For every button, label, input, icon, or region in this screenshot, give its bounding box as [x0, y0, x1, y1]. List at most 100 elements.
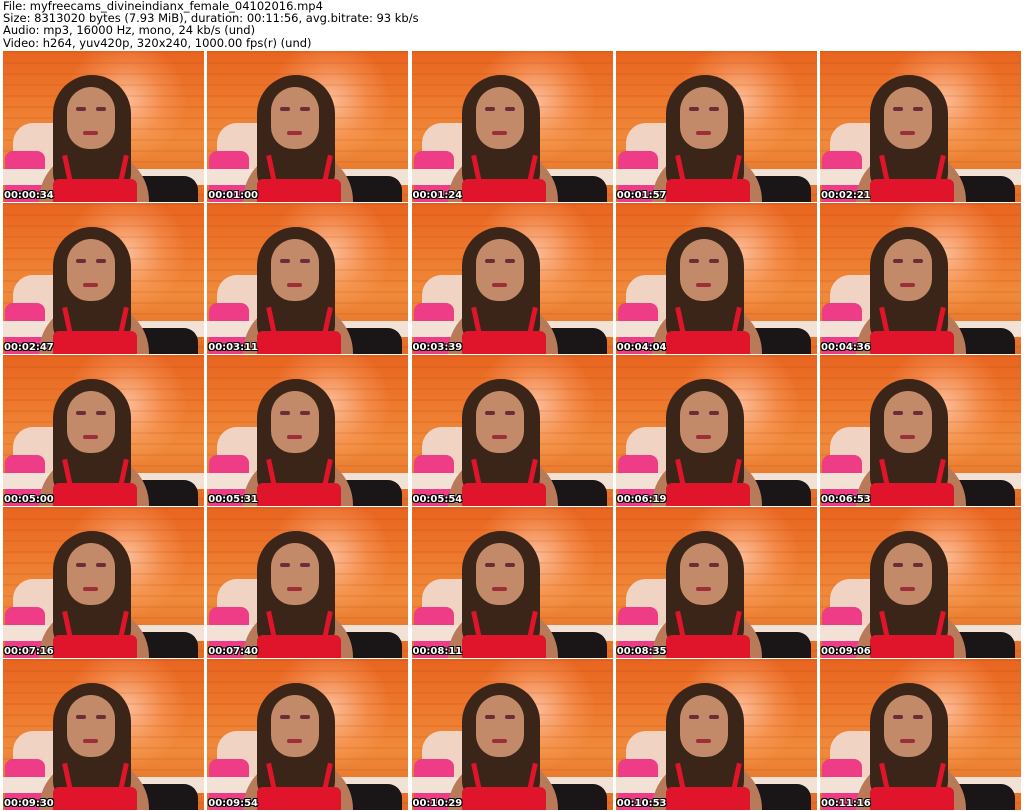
- thumbnail-timestamp: 00:04:36: [821, 342, 871, 353]
- person-mouth: [491, 283, 507, 287]
- person-eye: [300, 411, 311, 415]
- person-eye: [96, 107, 106, 111]
- thumbnail-grid: 00:00:34 00:01:00 00:01:24 00:01:57 00:02:21…: [3, 51, 1021, 810]
- red-top: [257, 179, 342, 202]
- person-eye: [300, 259, 311, 263]
- person-face: [679, 87, 728, 149]
- red-top: [461, 635, 546, 658]
- person-face: [679, 239, 728, 301]
- video-thumbnail: 00:09:06: [820, 507, 1021, 658]
- thumbnail-timestamp: 00:02:47: [4, 342, 54, 353]
- video-thumbnail: 00:07:16: [3, 507, 204, 658]
- person-mouth: [83, 739, 98, 743]
- person-eye: [280, 259, 291, 263]
- person-face: [884, 87, 932, 149]
- video-thumbnail: 00:10:53: [615, 659, 817, 810]
- person-mouth: [83, 587, 98, 591]
- thumbnail-timestamp: 00:01:00: [208, 190, 258, 201]
- thumbnail-timestamp: 00:03:39: [412, 342, 463, 353]
- person-eye: [96, 715, 106, 719]
- person-mouth: [695, 587, 711, 591]
- video-thumbnail: 00:06:53: [820, 355, 1021, 506]
- video-thumbnail: 00:01:24: [411, 51, 613, 202]
- person-eye: [484, 259, 495, 263]
- thumbnail-timestamp: 00:08:35: [616, 646, 667, 657]
- person-eye: [76, 411, 86, 415]
- person-eye: [913, 259, 923, 263]
- person-eye: [484, 107, 495, 111]
- person-eye: [913, 715, 923, 719]
- red-top: [257, 635, 342, 658]
- person-eye: [504, 259, 515, 263]
- person-eye: [688, 715, 699, 719]
- thumbnail-timestamp: 00:05:54: [412, 494, 463, 505]
- person-face: [67, 239, 115, 301]
- red-top: [870, 635, 954, 658]
- video-thumbnail: 00:00:34: [3, 51, 204, 202]
- video-thumbnail: 00:09:54: [207, 659, 409, 810]
- red-top: [870, 483, 954, 506]
- person-mouth: [491, 131, 507, 135]
- video-info-header: File: myfreecams_divineindianx_female_04…: [3, 0, 1021, 50]
- person-eye: [504, 715, 515, 719]
- person-mouth: [287, 283, 303, 287]
- person-eye: [96, 563, 106, 567]
- person-eye: [96, 259, 106, 263]
- person-mouth: [900, 587, 915, 591]
- video-thumbnail: 00:02:21: [820, 51, 1021, 202]
- red-top: [665, 331, 750, 354]
- person-eye: [300, 107, 311, 111]
- person-face: [679, 543, 728, 605]
- red-top: [461, 483, 546, 506]
- person-eye: [893, 259, 903, 263]
- video-thumbnail: 00:08:11: [411, 507, 613, 658]
- person-eye: [504, 411, 515, 415]
- person-face: [67, 391, 115, 453]
- person-eye: [893, 411, 903, 415]
- red-top: [257, 787, 342, 810]
- thumbnail-timestamp: 00:04:04: [616, 342, 667, 353]
- person-eye: [504, 107, 515, 111]
- thumbnail-timestamp: 00:11:16: [821, 798, 871, 809]
- person-face: [475, 543, 524, 605]
- person-eye: [708, 259, 719, 263]
- person-eye: [708, 563, 719, 567]
- red-top: [257, 331, 342, 354]
- person-face: [475, 87, 524, 149]
- person-eye: [893, 107, 903, 111]
- person-eye: [893, 563, 903, 567]
- thumbnail-timestamp: 00:02:21: [821, 190, 871, 201]
- person-mouth: [287, 739, 303, 743]
- person-face: [475, 239, 524, 301]
- person-eye: [708, 411, 719, 415]
- person-mouth: [287, 435, 303, 439]
- video-thumbnail: 00:06:19: [615, 355, 817, 506]
- person-face: [884, 391, 932, 453]
- thumbnail-timestamp: 00:01:57: [616, 190, 667, 201]
- red-top: [53, 787, 137, 810]
- thumbnail-timestamp: 00:09:06: [821, 646, 871, 657]
- person-eye: [76, 259, 86, 263]
- thumbnail-timestamp: 00:06:19: [616, 494, 667, 505]
- person-eye: [484, 563, 495, 567]
- red-top: [665, 179, 750, 202]
- person-face: [679, 695, 728, 757]
- person-mouth: [83, 435, 98, 439]
- thumbnail-timestamp: 00:00:34: [4, 190, 54, 201]
- person-eye: [300, 715, 311, 719]
- red-top: [870, 179, 954, 202]
- person-mouth: [900, 435, 915, 439]
- person-face: [271, 239, 320, 301]
- person-mouth: [900, 739, 915, 743]
- person-mouth: [900, 283, 915, 287]
- red-top: [870, 331, 954, 354]
- person-face: [67, 87, 115, 149]
- person-face: [679, 391, 728, 453]
- person-eye: [504, 563, 515, 567]
- person-eye: [76, 715, 86, 719]
- person-eye: [280, 107, 291, 111]
- person-face: [475, 695, 524, 757]
- person-eye: [893, 715, 903, 719]
- video-thumbnail: 00:04:36: [820, 203, 1021, 354]
- person-eye: [280, 715, 291, 719]
